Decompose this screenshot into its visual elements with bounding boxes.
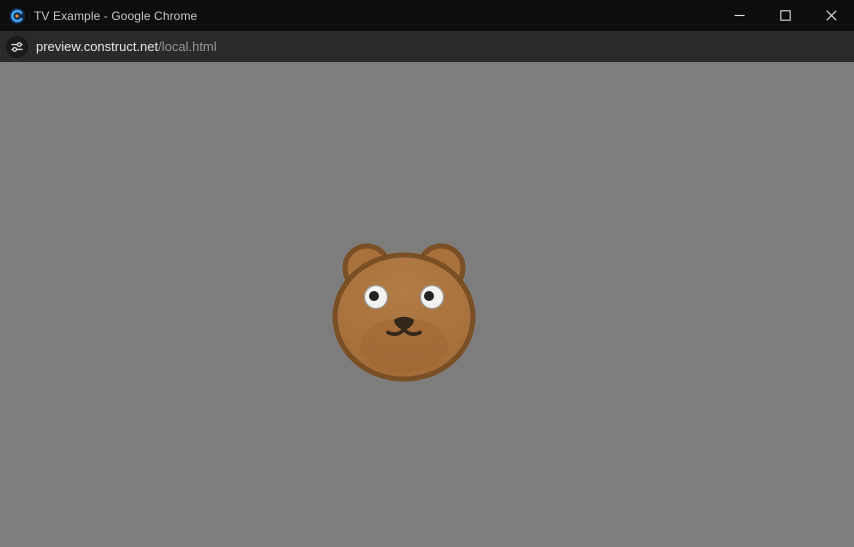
url-host: preview.construct.net: [36, 39, 158, 54]
url-path: /local.html: [158, 39, 217, 54]
construct-logo-icon: [9, 8, 25, 24]
bear-left-pupil: [369, 291, 379, 301]
bear-sprite[interactable]: [329, 239, 479, 385]
site-settings-icon[interactable]: [6, 36, 28, 58]
bear-right-pupil: [424, 291, 434, 301]
browser-window: TV Example - Google Chrome: [0, 0, 854, 547]
close-button[interactable]: [808, 0, 854, 31]
page-canvas[interactable]: [0, 62, 854, 547]
minimize-button[interactable]: [716, 0, 762, 31]
maximize-button[interactable]: [762, 0, 808, 31]
window-title: TV Example - Google Chrome: [34, 9, 197, 23]
address-bar: preview.construct.net/local.html: [0, 31, 854, 62]
url-display[interactable]: preview.construct.net/local.html: [36, 39, 217, 54]
titlebar: TV Example - Google Chrome: [0, 0, 854, 31]
window-controls: [716, 0, 854, 31]
